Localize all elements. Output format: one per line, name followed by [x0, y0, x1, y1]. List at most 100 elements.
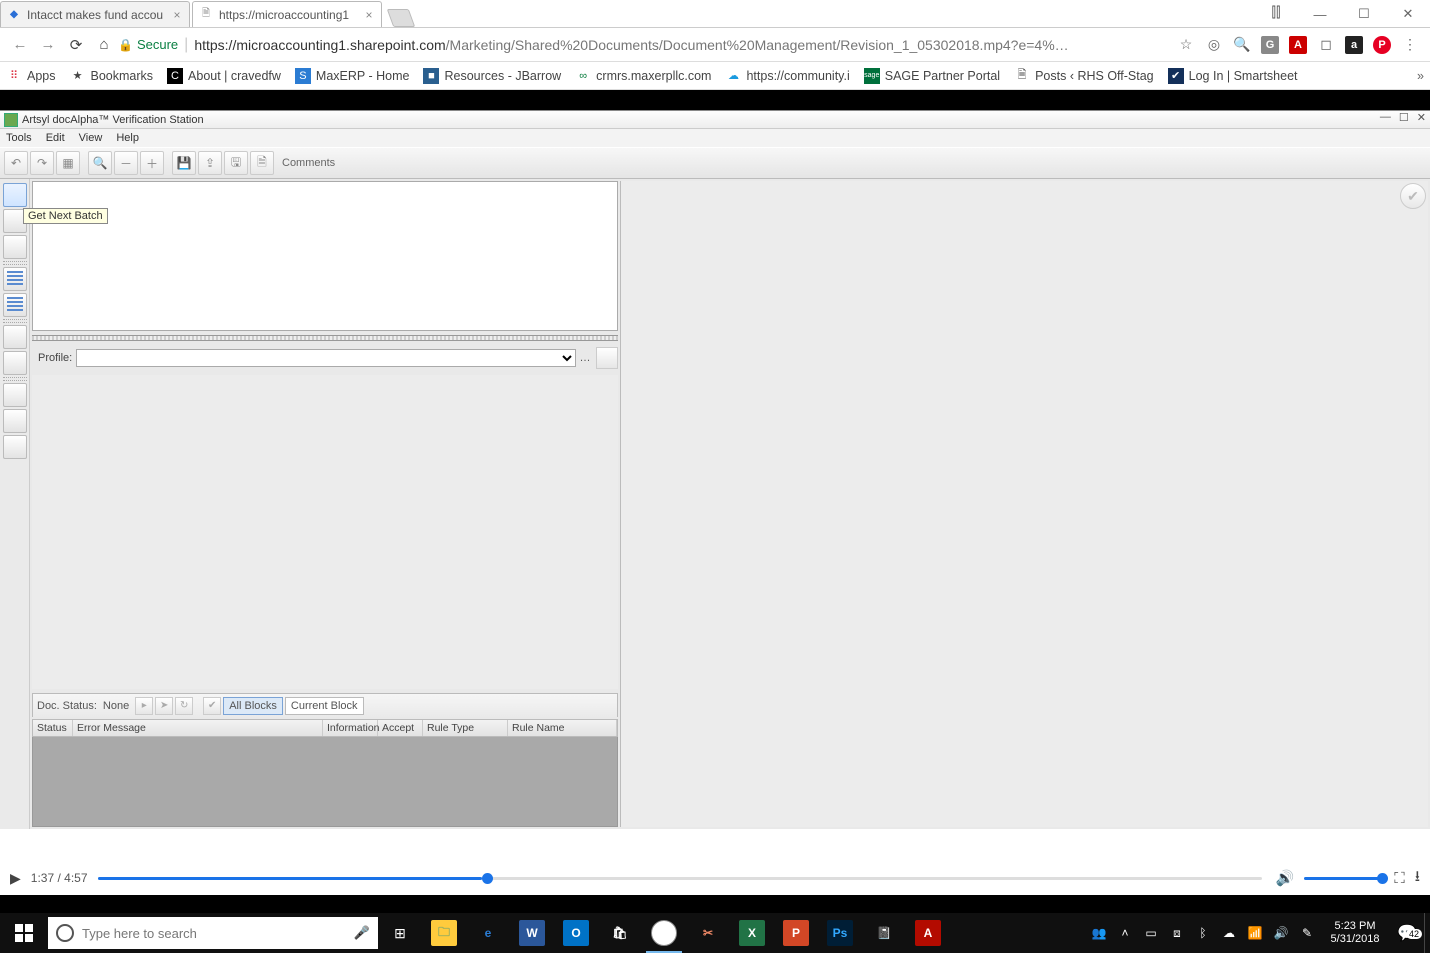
tool-select[interactable]: ▦ [56, 151, 80, 175]
col-status[interactable]: Status [33, 720, 73, 736]
app-close[interactable]: ✕ [1417, 111, 1426, 124]
tray-clock[interactable]: 5:23 PM 5/31/2018 [1320, 920, 1390, 946]
mic-icon[interactable]: 🎤 [354, 925, 370, 941]
tray-dropbox[interactable]: ⧈ [1164, 926, 1190, 941]
status-btn-3[interactable]: ↻ [175, 697, 193, 715]
nav-back[interactable]: ← [6, 31, 34, 59]
nav-home[interactable]: ⌂ [90, 31, 118, 59]
window-maximize[interactable]: ☐ [1342, 0, 1386, 28]
ext-icon-google[interactable]: G [1256, 31, 1284, 59]
tool-redo[interactable]: ↷ [30, 151, 54, 175]
tray-wifi[interactable]: 📶 [1242, 926, 1268, 940]
volume-icon[interactable]: 🔊 [1276, 869, 1295, 887]
col-error[interactable]: Error Message [73, 720, 323, 736]
left-btn-8[interactable] [3, 383, 27, 407]
tb-outlook[interactable]: O [554, 913, 598, 953]
new-tab-button[interactable] [387, 9, 416, 27]
ext-icon-adobe[interactable]: A [1284, 31, 1312, 59]
tray-people[interactable]: 👥 [1086, 926, 1112, 940]
bookmark-smartsheet[interactable]: ✔Log In | Smartsheet [1168, 68, 1298, 84]
bookmark-cravedfw[interactable]: CAbout | cravedfw [167, 68, 281, 84]
profile-settings-icon[interactable] [596, 347, 618, 369]
tb-excel[interactable]: X [730, 913, 774, 953]
volume-slider[interactable] [1304, 877, 1384, 880]
left-btn-5[interactable] [3, 293, 27, 317]
left-btn-6[interactable] [3, 325, 27, 349]
nav-reload[interactable]: ⟳ [62, 31, 90, 59]
toolbar-comments-label[interactable]: Comments [282, 157, 335, 169]
reading-list-icon[interactable]: ⫿⫿ [1262, 4, 1290, 21]
tray-bluetooth[interactable]: ᛒ [1190, 926, 1216, 940]
left-btn-7[interactable] [3, 351, 27, 375]
bookmark-star-icon[interactable]: ☆ [1172, 31, 1200, 59]
video-progress[interactable] [98, 877, 1262, 880]
start-button[interactable] [0, 913, 48, 953]
tool-save2[interactable]: 🖫 [224, 151, 248, 175]
profile-select[interactable] [76, 349, 576, 367]
col-rulename[interactable]: Rule Name [508, 720, 617, 736]
tb-explorer[interactable]: 🗀 [422, 913, 466, 953]
tb-notepad[interactable]: 📓 [862, 913, 906, 953]
tool-zoom-out[interactable]: － [114, 151, 138, 175]
bookmark-apps[interactable]: ⠿Apps [6, 68, 56, 84]
col-ruletype[interactable]: Rule Type [423, 720, 508, 736]
browser-tab-1[interactable]: ◆ Intacct makes fund accou × [0, 1, 190, 27]
toggle-current-block[interactable]: Current Block [285, 697, 364, 715]
bookmark-bookmarks[interactable]: ★Bookmarks [70, 68, 154, 84]
tb-snip[interactable]: ✂ [686, 913, 730, 953]
ext-icon-2[interactable]: 🔍 [1228, 31, 1256, 59]
tb-photoshop[interactable]: Ps [818, 913, 862, 953]
viewer-accept-icon[interactable]: ✔ [1400, 183, 1426, 209]
browser-tab-2[interactable]: 🗎 https://microaccounting1 × [192, 1, 382, 27]
status-btn-2[interactable]: ➤ [155, 697, 173, 715]
tray-pen[interactable]: ✎ [1294, 926, 1320, 940]
left-btn-10[interactable] [3, 435, 27, 459]
menu-view[interactable]: View [79, 132, 103, 144]
app-maximize[interactable]: ☐ [1399, 111, 1409, 124]
tb-chrome[interactable] [642, 913, 686, 953]
menu-tools[interactable]: Tools [6, 132, 32, 144]
tb-store[interactable]: 🛍 [598, 913, 642, 953]
play-button[interactable]: ▶ [10, 870, 21, 887]
bookmark-jbarrow[interactable]: ■Resources - JBarrow [423, 68, 561, 84]
task-view[interactable]: ⊞ [378, 913, 422, 953]
toggle-all-blocks[interactable]: All Blocks [223, 697, 283, 715]
tool-zoom-in[interactable]: ＋ [140, 151, 164, 175]
ext-icon-3[interactable]: ◻ [1312, 31, 1340, 59]
ext-icon-1[interactable]: ◎ [1200, 31, 1228, 59]
profile-more[interactable]: … [576, 352, 594, 364]
splitter-1[interactable] [32, 335, 618, 341]
tb-word[interactable]: W [510, 913, 554, 953]
show-desktop[interactable] [1424, 913, 1430, 953]
action-center[interactable]: 💬42 [1390, 923, 1424, 943]
window-close[interactable]: ✕ [1386, 0, 1430, 28]
left-btn-get-batch[interactable] [3, 183, 27, 207]
secure-indicator[interactable]: 🔒 Secure [118, 37, 178, 52]
tray-battery[interactable]: ▭ [1138, 926, 1164, 940]
chrome-menu[interactable]: ⋮ [1396, 31, 1424, 59]
tool-undo[interactable]: ↶ [4, 151, 28, 175]
bookmarks-overflow[interactable]: » [1417, 69, 1424, 83]
left-btn-3[interactable] [3, 235, 27, 259]
tb-acrobat[interactable]: A [906, 913, 950, 953]
window-minimize[interactable]: — [1298, 0, 1342, 28]
menu-edit[interactable]: Edit [46, 132, 65, 144]
tab-close-1[interactable]: × [171, 9, 183, 21]
bookmark-sage[interactable]: sageSAGE Partner Portal [864, 68, 1000, 84]
bookmark-community[interactable]: ☁https://community.i [725, 68, 849, 84]
video-progress-thumb[interactable] [482, 873, 493, 884]
tray-onedrive[interactable]: ☁ [1216, 926, 1242, 940]
app-minimize[interactable]: — [1380, 111, 1391, 124]
ext-icon-amazon[interactable]: a [1340, 31, 1368, 59]
tb-powerpoint[interactable]: P [774, 913, 818, 953]
taskbar-search[interactable]: Type here to search 🎤 [48, 917, 378, 949]
tool-zoom-fit[interactable]: 🔍 [88, 151, 112, 175]
tb-edge[interactable]: e [466, 913, 510, 953]
col-accept[interactable]: Accept [378, 720, 423, 736]
status-btn-check[interactable]: ✔ [203, 697, 221, 715]
tool-export[interactable]: ⇪ [198, 151, 222, 175]
tray-volume[interactable]: 🔊 [1268, 926, 1294, 940]
col-info[interactable]: Information [323, 720, 378, 736]
url-field[interactable]: https://microaccounting1.sharepoint.com/… [194, 37, 1172, 53]
nav-forward[interactable]: → [34, 31, 62, 59]
